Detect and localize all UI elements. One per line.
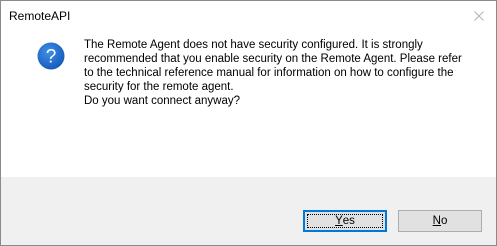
svg-text:?: ?	[46, 47, 57, 68]
no-label-rest: o	[440, 215, 448, 227]
message-dialog: RemoteAPI ? The Remote Agent does not ha…	[0, 0, 497, 246]
question-icon: ?	[37, 42, 65, 70]
close-button[interactable]	[462, 1, 496, 31]
window-title: RemoteAPI	[9, 9, 71, 23]
no-button[interactable]: No	[398, 210, 482, 232]
yes-mnemonic: Y	[335, 215, 343, 227]
message-body: The Remote Agent does not have security …	[84, 39, 462, 93]
yes-label-rest: es	[342, 215, 355, 227]
message-text: The Remote Agent does not have security …	[84, 38, 464, 108]
close-icon	[474, 11, 484, 21]
yes-button[interactable]: Yes	[303, 210, 387, 232]
title-bar: RemoteAPI	[1, 1, 496, 31]
message-question: Do you want connect anyway?	[84, 95, 240, 107]
no-mnemonic: N	[432, 215, 441, 227]
